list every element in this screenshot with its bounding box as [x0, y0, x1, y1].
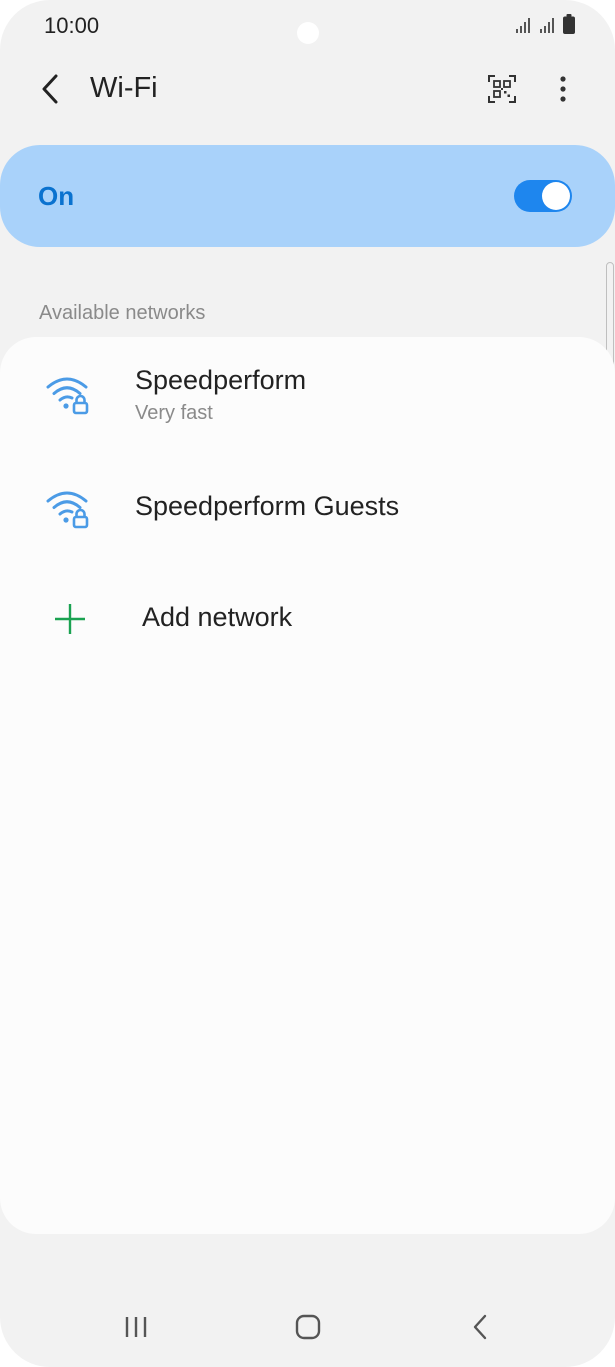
- add-network-button[interactable]: Add network: [0, 577, 615, 661]
- qr-code-icon: [488, 75, 516, 103]
- signal-icon: [516, 18, 530, 33]
- wifi-locked-icon: [46, 491, 89, 529]
- network-name: Speedperform Guests: [135, 491, 400, 521]
- available-networks-header: Available networks: [39, 302, 206, 324]
- status-time: 10:00: [44, 13, 100, 38]
- network-speed: Very fast: [135, 402, 213, 424]
- home-button[interactable]: [278, 1302, 338, 1352]
- wifi-switch[interactable]: [514, 180, 572, 212]
- network-name: Speedperform: [135, 365, 307, 395]
- phone-screen: 10:00 Wi-Fi On Available networks Speedp…: [0, 0, 615, 1367]
- recent-apps-icon: [125, 1317, 147, 1337]
- camera-cutout: [297, 22, 319, 44]
- status-bar: 10:00: [0, 0, 615, 52]
- back-arrow-icon: [42, 74, 58, 104]
- wifi-master-toggle[interactable]: On: [0, 145, 615, 247]
- plus-icon: [55, 604, 85, 634]
- back-button[interactable]: [30, 66, 70, 112]
- nav-back-button[interactable]: [450, 1302, 510, 1352]
- wifi-locked-icon: [46, 377, 89, 415]
- add-network-label: Add network: [142, 602, 293, 632]
- page-title: Wi-Fi: [90, 72, 158, 104]
- battery-icon: [563, 14, 575, 34]
- app-bar: Wi-Fi: [0, 52, 615, 126]
- networks-list: Speedperform Very fast Speedperform Gues…: [0, 337, 615, 1234]
- back-icon: [473, 1314, 487, 1340]
- navigation-bar: [0, 1290, 615, 1367]
- network-item[interactable]: Speedperform Guests: [0, 467, 615, 557]
- more-options-button[interactable]: [543, 66, 583, 112]
- network-item[interactable]: Speedperform Very fast: [0, 355, 615, 455]
- home-icon: [295, 1314, 321, 1340]
- wifi-toggle-label: On: [38, 181, 75, 211]
- status-icons: [515, 14, 575, 34]
- switch-knob: [542, 182, 570, 210]
- qr-code-button[interactable]: [480, 66, 524, 112]
- recent-apps-button[interactable]: [106, 1302, 166, 1352]
- signal-icon: [540, 18, 554, 33]
- more-vertical-icon: [560, 76, 566, 102]
